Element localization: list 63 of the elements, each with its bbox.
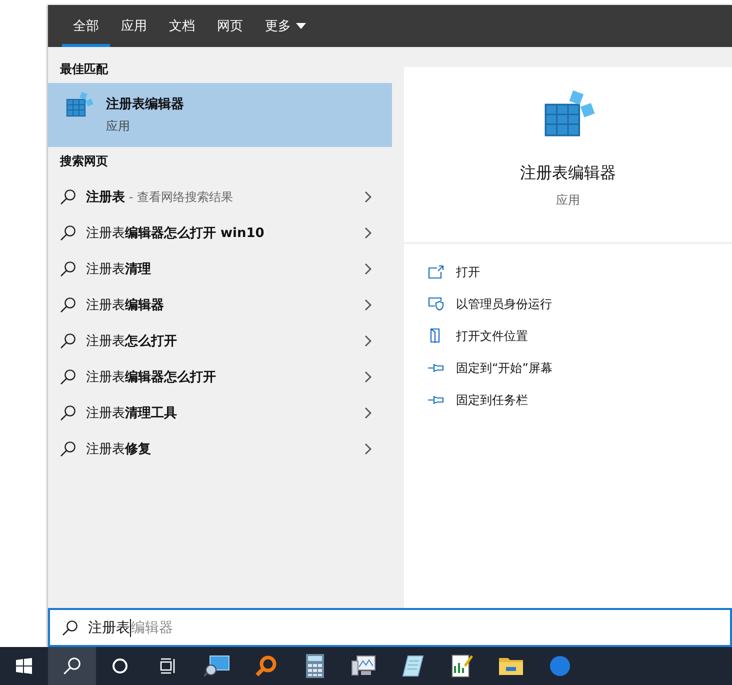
round-app-icon [548, 655, 570, 677]
search-icon [60, 189, 76, 205]
web-search-item[interactable]: 注册表怎么打开 [48, 323, 392, 359]
search-icon [62, 620, 78, 636]
notepad-icon [402, 655, 424, 677]
web-search-item[interactable]: 注册表编辑器怎么打开 [48, 359, 392, 395]
chart-document-icon [450, 654, 472, 678]
search-icon [60, 369, 76, 385]
tab[interactable]: 全部 [62, 5, 110, 47]
action-item[interactable]: 打开 [428, 256, 480, 288]
search-icon [63, 657, 81, 675]
tab[interactable]: 网页 [206, 5, 254, 47]
pin-icon [428, 362, 444, 374]
app-title: 注册表编辑器 [520, 163, 616, 184]
autocomplete-suggestion: 编辑器 [131, 618, 173, 636]
action-item[interactable]: 固定到“开始”屏幕 [428, 352, 552, 384]
windows-logo-icon [16, 658, 32, 674]
web-search-item[interactable]: 注册表 - 查看网络搜索结果 [48, 179, 392, 215]
magnifier-icon [254, 655, 276, 677]
result-subtitle: 应用 [106, 118, 131, 135]
app-subtitle: 应用 [556, 192, 580, 209]
chevron-icon [364, 263, 372, 275]
web-search-item[interactable]: 注册表修复 [48, 431, 392, 467]
web-search-item[interactable]: 注册表编辑器 [48, 287, 392, 323]
search-field[interactable]: 注册表编辑器 [48, 608, 732, 647]
search-icon [60, 261, 76, 277]
monitor-chart-icon [350, 655, 376, 677]
web-search-item[interactable]: 注册表清理 [48, 251, 392, 287]
circle-icon [112, 658, 128, 674]
chevron-icon [364, 191, 372, 203]
section-heading: 最佳匹配 [59, 61, 109, 78]
tab[interactable]: 更多 [254, 5, 317, 47]
taskbar-button[interactable] [48, 647, 96, 685]
search-icon [60, 441, 76, 457]
search-icon [60, 297, 76, 313]
action-item[interactable]: 固定到任务栏 [428, 384, 528, 416]
folder-icon [498, 656, 522, 676]
search-icon [60, 405, 76, 421]
chevron-icon [364, 443, 372, 455]
action-item[interactable]: 以管理员身份运行 [428, 288, 552, 320]
chevron-icon [364, 227, 372, 239]
web-search-item[interactable]: 注册表编辑器怎么打开 win10 [48, 215, 392, 251]
chevron-icon [364, 335, 372, 347]
search-icon [60, 333, 76, 349]
chevron-icon [364, 371, 372, 383]
result-title: 注册表编辑器 [106, 96, 184, 113]
web-search-item[interactable]: 注册表清理工具 [48, 395, 392, 431]
cubes-icon [64, 89, 94, 119]
pin-icon [428, 394, 444, 406]
chevron-icon [364, 299, 372, 311]
open-window-icon [428, 265, 444, 279]
task-view-icon [160, 658, 176, 674]
chevron-icon [364, 407, 372, 419]
best-match-item[interactable]: 注册表编辑器 应用 [48, 83, 392, 147]
tab[interactable]: 文档 [158, 5, 206, 47]
search-icon [60, 225, 76, 241]
shield-icon [428, 297, 444, 311]
tab[interactable]: 应用 [110, 5, 158, 47]
section-heading: 搜索网页 [58, 153, 109, 170]
action-item[interactable]: 打开文件位置 [428, 320, 528, 352]
calculator-icon [306, 654, 324, 678]
monitor-magnifier-icon [204, 655, 230, 677]
search-text: 注册表 [88, 618, 131, 636]
